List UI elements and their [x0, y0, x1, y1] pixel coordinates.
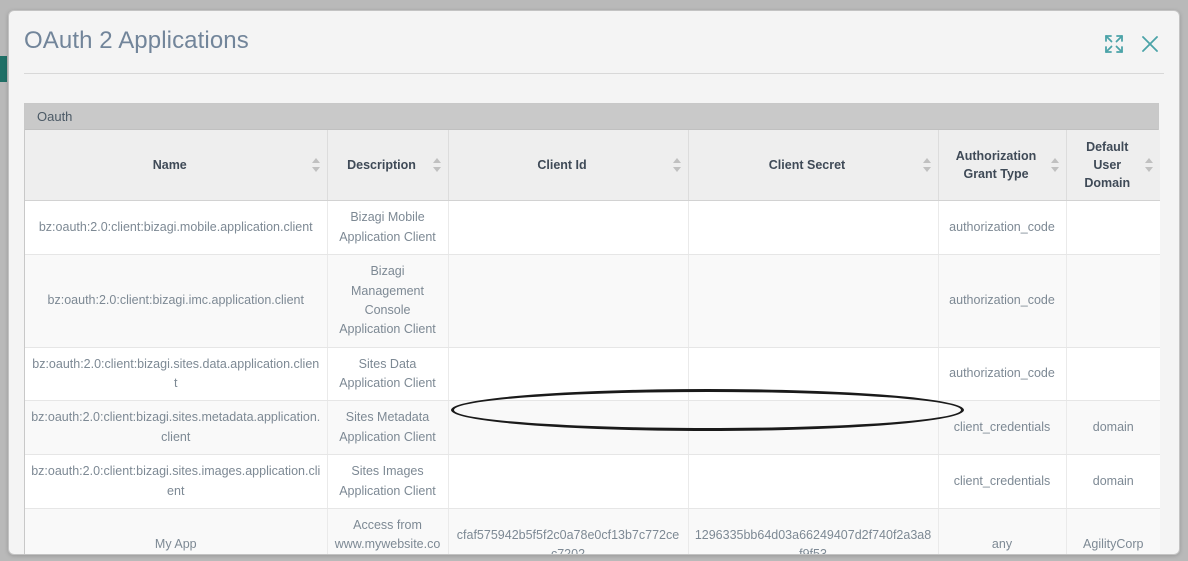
cell-description: Bizagi Management Console Application Cl… — [327, 254, 449, 348]
oauth-grid-panel: Oauth Name Description Client Id Client … — [24, 103, 1160, 554]
cell-description: Access from www.mywebsite.com — [327, 508, 449, 554]
table-header-row: Name Description Client Id Client Secret — [25, 130, 1160, 202]
cell-user-domain — [1066, 200, 1160, 256]
cell-client-secret — [688, 347, 939, 402]
dialog-header-actions — [1103, 33, 1161, 55]
cell-grant-type: any — [938, 508, 1067, 554]
cell-client-id — [448, 454, 689, 509]
column-header-label: Authorization Grant Type — [955, 149, 1037, 182]
expand-icon[interactable] — [1103, 33, 1125, 55]
column-header-client-secret[interactable]: Client Secret — [688, 130, 939, 202]
dialog-header: OAuth 2 Applications — [9, 11, 1179, 74]
cell-user-domain — [1066, 347, 1160, 402]
column-header-label: Name — [152, 158, 187, 173]
column-header-label: Default User Domain — [1084, 140, 1131, 191]
cell-grant-type: client_credentials — [938, 454, 1067, 509]
sort-toggle-grant-type[interactable] — [1050, 158, 1060, 173]
table-body: bz:oauth:2.0:client:bizagi.mobile.applic… — [25, 200, 1160, 554]
cell-name: My App — [25, 508, 328, 554]
sort-toggle-default-user-domain[interactable] — [1145, 158, 1154, 173]
cell-name: bz:oauth:2.0:client:bizagi.sites.metadat… — [25, 400, 328, 456]
column-header-grant-type[interactable]: Authorization Grant Type — [938, 130, 1067, 202]
sort-toggle-client-secret[interactable] — [922, 158, 932, 173]
sort-toggle-client-id[interactable] — [672, 158, 682, 173]
cell-grant-type: client_credentials — [938, 400, 1067, 456]
cell-client-id — [448, 254, 689, 348]
cell-client-secret — [688, 254, 939, 348]
table-row[interactable]: bz:oauth:2.0:client:bizagi.mobile.applic… — [25, 200, 1160, 256]
grid-caption: Oauth — [25, 104, 1158, 130]
table-row[interactable]: bz:oauth:2.0:client:bizagi.sites.data.ap… — [25, 347, 1160, 402]
cell-client-secret — [688, 400, 939, 456]
cell-client-id — [448, 347, 689, 402]
table-row[interactable]: My App Access from www.mywebsite.com cfa… — [25, 508, 1160, 554]
cell-grant-type: authorization_code — [938, 200, 1067, 256]
cell-description: Sites Data Application Client — [327, 347, 449, 402]
column-header-description[interactable]: Description — [327, 130, 449, 202]
cell-client-id — [448, 400, 689, 456]
cell-user-domain: AgilityCorp — [1083, 537, 1144, 552]
sort-toggle-name[interactable] — [311, 158, 321, 173]
oauth-applications-table: Name Description Client Id Client Secret — [25, 130, 1160, 554]
cell-client-secret — [688, 200, 939, 256]
table-row[interactable]: bz:oauth:2.0:client:bizagi.imc.applicati… — [25, 254, 1160, 348]
table-row[interactable]: bz:oauth:2.0:client:bizagi.sites.metadat… — [25, 400, 1160, 456]
cell-description: Sites Metadata Application Client — [327, 400, 449, 456]
close-icon[interactable] — [1139, 33, 1161, 55]
column-header-default-user-domain[interactable]: Default User Domain — [1066, 130, 1160, 202]
table-row[interactable]: bz:oauth:2.0:client:bizagi.sites.images.… — [25, 454, 1160, 509]
cell-client-id — [448, 200, 689, 256]
column-header-name[interactable]: Name — [25, 130, 328, 202]
cell-user-domain: domain — [1066, 454, 1160, 509]
cell-client-id: cfaf575942b5f5f2c0a78e0cf13b7c772cec7202 — [448, 508, 689, 554]
cell-name: bz:oauth:2.0:client:bizagi.sites.data.ap… — [25, 347, 328, 402]
header-divider — [24, 73, 1164, 74]
cell-grant-type: authorization_code — [938, 347, 1067, 402]
cell-user-domain — [1066, 254, 1160, 348]
cell-description: Bizagi Mobile Application Client — [327, 200, 449, 256]
cell-user-domain: domain — [1066, 400, 1160, 456]
column-header-label: Description — [347, 158, 416, 173]
cell-name: bz:oauth:2.0:client:bizagi.sites.images.… — [25, 454, 328, 509]
cell-client-secret — [688, 454, 939, 509]
column-header-label: Client Secret — [768, 158, 846, 173]
cell-name: bz:oauth:2.0:client:bizagi.mobile.applic… — [25, 200, 328, 256]
cell-grant-type: authorization_code — [938, 254, 1067, 348]
cell-name: bz:oauth:2.0:client:bizagi.imc.applicati… — [25, 254, 328, 348]
oauth-applications-dialog: OAuth 2 Applications Oauth Name Descript… — [8, 10, 1180, 555]
page-title: OAuth 2 Applications — [24, 27, 249, 54]
cell-client-secret: 1296335bb64d03a66249407d2f740f2a3a8f9f53 — [688, 508, 939, 554]
cell-description: Sites Images Application Client — [327, 454, 449, 509]
column-header-client-id[interactable]: Client Id — [448, 130, 689, 202]
sort-toggle-description[interactable] — [432, 158, 442, 173]
background-accent-sliver — [0, 56, 7, 82]
column-header-label: Client Id — [537, 158, 587, 173]
